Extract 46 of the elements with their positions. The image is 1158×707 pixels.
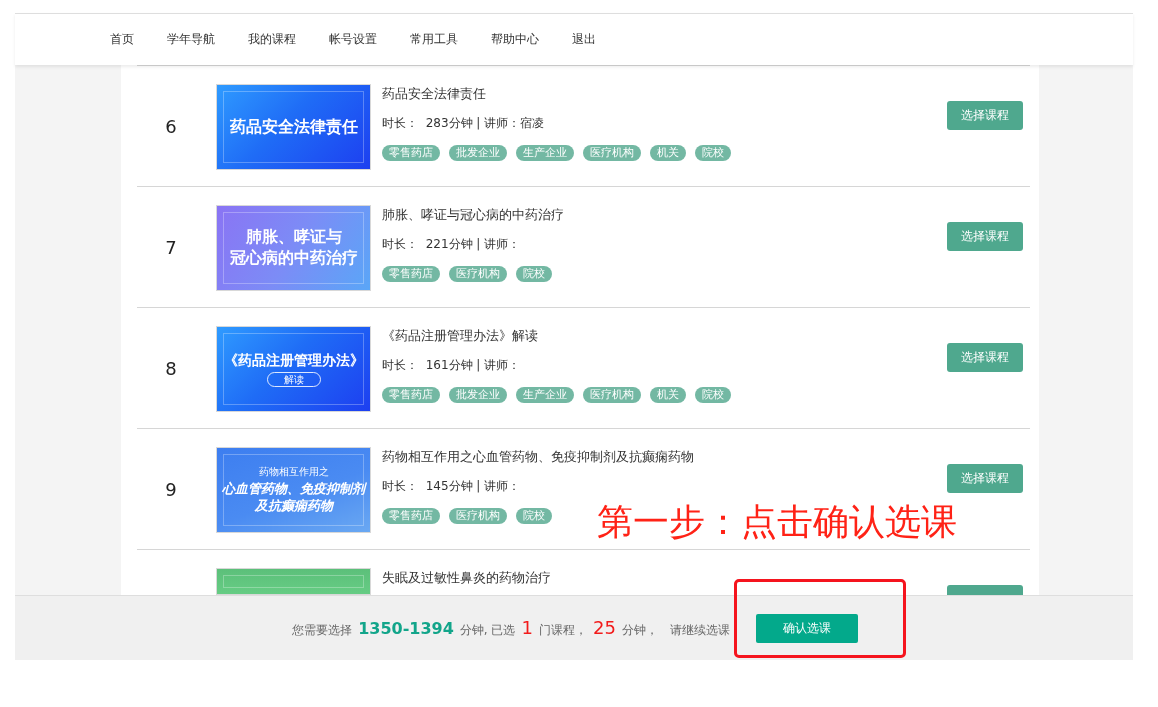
category-tag: 零售药店 (382, 266, 440, 282)
course-meta: 时长： 221分钟 | 讲师： (382, 236, 522, 253)
nav-link[interactable]: 帐号设置 (329, 31, 377, 48)
selection-summary: 您需要选择 1350-1394 分钟, 已选 1 门课程， 25 分钟， 请继续选课 (291, 617, 730, 639)
course-meta: 时长： 283分钟 | 讲师：宿凌 (382, 115, 546, 132)
nav-link[interactable]: 常用工具 (410, 31, 458, 48)
instruction-annotation: 第一步：点击确认选课 (597, 502, 957, 542)
category-tag: 机关 (650, 387, 686, 403)
category-tag: 院校 (695, 387, 731, 403)
category-tag: 医疗机构 (583, 387, 641, 403)
select-course-button[interactable] (947, 585, 1023, 595)
nav-link[interactable]: 我的课程 (248, 31, 296, 48)
cover-title: 肺胀、哮证与 冠心病的中药治疗 (229, 227, 358, 269)
nav-link[interactable]: 首页 (110, 31, 134, 48)
category-tag: 零售药店 (382, 145, 440, 161)
course-title: 药物相互作用之心血管药物、免疫抑制剂及抗癫痫药物 (382, 448, 695, 466)
category-tag: 医疗机构 (583, 145, 641, 161)
course-meta: 时长： 145分钟 | 讲师： (382, 478, 522, 495)
course-title: 药品安全法律责任 (382, 85, 487, 103)
category-tag: 批发企业 (449, 145, 507, 161)
course-meta: 时长： 161分钟 | 讲师： (382, 357, 522, 374)
category-tag: 医疗机构 (449, 508, 507, 524)
row-number: 8 (165, 357, 177, 379)
nav-link[interactable]: 学年导航 (167, 31, 215, 48)
cover-title: 心血管药物、免疫抑制剂 及抗癫痫药物 (222, 480, 365, 515)
category-tag: 机关 (650, 145, 686, 161)
nav-link[interactable]: 帮助中心 (491, 31, 539, 48)
category-tag: 零售药店 (382, 508, 440, 524)
course-title: 失眠及过敏性鼻炎的药物治疗 (382, 569, 552, 587)
course-title: 肺胀、哮证与冠心病的中药治疗 (382, 206, 565, 224)
category-tag: 院校 (516, 508, 552, 524)
category-tag: 院校 (516, 266, 552, 282)
course-title: 《药品注册管理办法》解读 (382, 327, 539, 345)
row-number: 7 (165, 236, 177, 258)
nav-link[interactable]: 退出 (572, 31, 596, 48)
row-number: 6 (165, 115, 177, 137)
category-tag: 零售药店 (382, 387, 440, 403)
cover-title: 药品安全法律责任 (229, 116, 358, 138)
category-tag: 生产企业 (516, 387, 574, 403)
row-number: 9 (165, 478, 177, 500)
category-tag: 医疗机构 (449, 266, 507, 282)
category-tag: 院校 (695, 145, 731, 161)
cover-title: 《药品注册管理办法》 (223, 350, 364, 370)
cover-subtitle: 药物相互作用之 (258, 465, 329, 478)
category-tag: 批发企业 (449, 387, 507, 403)
category-tag: 生产企业 (516, 145, 574, 161)
